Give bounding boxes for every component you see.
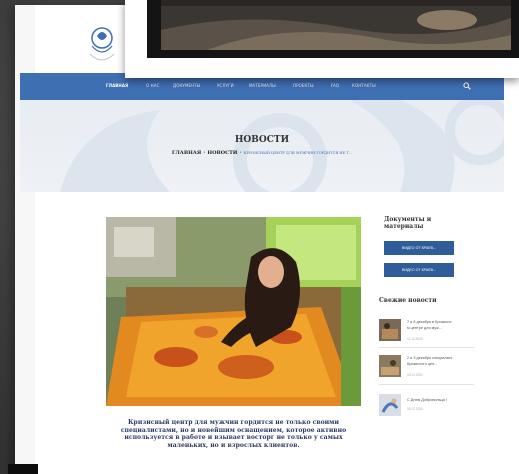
breadcrumb-separator: • bbox=[202, 150, 206, 156]
photo-caption: Кризисный центр для мужчин гордится не т… bbox=[106, 419, 361, 449]
documents-heading: Документы и материалы bbox=[384, 216, 431, 230]
breadcrumb-current: КРИЗИСНЫЙ ЦЕНТР ДЛЯ МУЖЧИН ГОРДИТСЯ НЕ Т… bbox=[243, 151, 353, 155]
video-button[interactable]: ВИДЕО ОТ КРАЕВ... bbox=[384, 263, 454, 277]
breadcrumb-news[interactable]: НОВОСТИ bbox=[207, 150, 237, 156]
news-date: 05.12.2020 bbox=[407, 407, 423, 411]
news-date: 11.12.2020 bbox=[407, 337, 423, 341]
documents-heading-line: Документы и bbox=[384, 216, 432, 223]
news-divider bbox=[379, 347, 474, 348]
overlapping-screenshot bbox=[125, 0, 519, 78]
breadcrumb: ГЛАВНАЯ • НОВОСТИ • КРИЗИСНЫЙ ЦЕНТР ДЛЯ … bbox=[20, 150, 504, 156]
nav-item-contacts[interactable]: КОНТАКТЫ bbox=[352, 83, 376, 88]
video-button[interactable]: ВИДЕО ОТ КРАЕВ... bbox=[384, 241, 454, 255]
documents-heading-line: материалы bbox=[384, 223, 424, 230]
breadcrumb-home[interactable]: ГЛАВНАЯ bbox=[172, 150, 201, 156]
header-pattern-graphic bbox=[60, 100, 504, 192]
news-thumbnail[interactable] bbox=[379, 394, 401, 416]
overlay-photo bbox=[147, 0, 519, 58]
news-title-line: м центре для муж... bbox=[407, 326, 442, 330]
corner-shadow bbox=[8, 464, 38, 474]
nav-item-documents[interactable]: ДОКУМЕНТЫ bbox=[173, 83, 200, 88]
breadcrumb-separator: • bbox=[239, 150, 243, 156]
news-thumbnail[interactable] bbox=[379, 319, 401, 341]
article-photo bbox=[106, 217, 361, 406]
news-title-line: С Днем Добровольца ! bbox=[407, 398, 447, 402]
search-icon[interactable] bbox=[463, 82, 471, 90]
news-title[interactable]: 7 и 8 декабря в Кризисно м центре для му… bbox=[407, 319, 452, 331]
caption-line: специалистами, но и новейшим оснащением,… bbox=[120, 426, 347, 434]
nav-item-materials[interactable]: МАТЕРИАЛЫ bbox=[249, 83, 276, 88]
news-title-line: Кризисного цен... bbox=[407, 362, 438, 366]
news-divider bbox=[379, 384, 474, 385]
caption-line: маленьких, но и взрослых клиентов. bbox=[167, 441, 300, 449]
nav-item-faq[interactable]: FAQ bbox=[331, 83, 339, 88]
news-date: 03.12.2020 bbox=[407, 373, 423, 377]
recent-news-heading: Свежие новости bbox=[379, 297, 437, 304]
news-title[interactable]: 2 и 3 декабря специалист Кризисного цен.… bbox=[407, 355, 453, 367]
nav-item-projects[interactable]: ПРОЕКТЫ bbox=[293, 83, 314, 88]
nav-item-home[interactable]: ГЛАВНАЯ bbox=[106, 83, 128, 88]
video-button-label: ВИДЕО ОТ КРАЕВ... bbox=[401, 268, 437, 272]
nav-item-services[interactable]: УСЛУГИ bbox=[217, 83, 234, 88]
logo-emblem-icon bbox=[89, 27, 115, 61]
nav-item-about[interactable]: О НАС bbox=[146, 83, 159, 88]
video-button-label: ВИДЕО ОТ КРАЕВ... bbox=[401, 246, 437, 250]
news-title[interactable]: С Днем Добровольца ! bbox=[407, 397, 447, 403]
page-header-band: НОВОСТИ ГЛАВНАЯ • НОВОСТИ • КРИЗИСНЫЙ ЦЕ… bbox=[20, 100, 504, 192]
page-title: НОВОСТИ bbox=[234, 135, 290, 145]
caption-line: используется в работе и взывает восторг … bbox=[124, 434, 343, 442]
caption-line: Кризисный центр для мужчин гордится не т… bbox=[128, 419, 339, 426]
news-thumbnail[interactable] bbox=[379, 355, 401, 377]
